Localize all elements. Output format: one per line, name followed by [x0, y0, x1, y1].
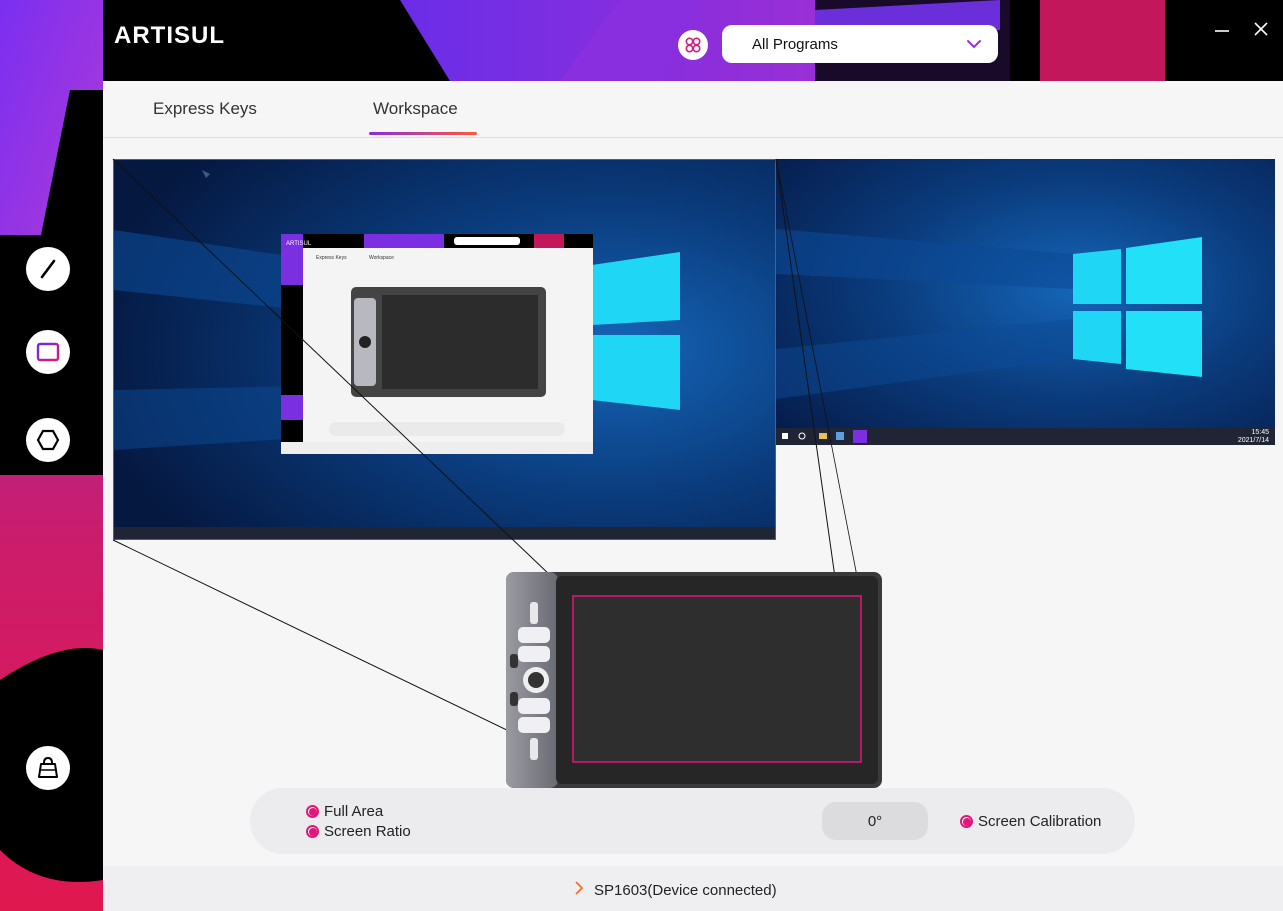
screen-ratio-label: Screen Ratio — [324, 823, 411, 840]
rotation-select[interactable]: 0° — [822, 802, 928, 840]
programs-icon — [685, 37, 701, 53]
tab-express-keys[interactable]: Express Keys — [153, 99, 257, 119]
taskbar-primary — [114, 527, 775, 539]
tablet-graphic[interactable] — [506, 572, 882, 788]
radio-selected-icon — [960, 815, 973, 828]
nav-shortcut-wheel[interactable] — [26, 418, 70, 462]
taskbar-clock: 15:45 2021/7/14 — [1237, 429, 1269, 444]
taskbar-icons — [782, 430, 867, 443]
device-status-text: SP1603(Device connected) — [594, 882, 777, 899]
program-icon-badge[interactable] — [678, 30, 708, 60]
nav-driver-store[interactable] — [26, 746, 70, 790]
display-icon — [36, 342, 60, 362]
hexagon-icon — [36, 429, 60, 451]
program-select[interactable]: All Programs — [722, 25, 998, 63]
close-icon[interactable] — [1250, 18, 1272, 40]
radio-selected-icon — [306, 805, 319, 818]
program-select-value: All Programs — [752, 35, 838, 53]
minimize-icon[interactable] — [1212, 18, 1232, 38]
mapping-controls: Full Area Screen Ratio 0° Screen Calibra… — [250, 788, 1135, 854]
monitor-secondary[interactable]: 15:45 2021/7/14 — [776, 159, 1275, 445]
screen-calibration-radio[interactable]: Screen Calibration — [960, 813, 1101, 830]
screen-ratio-radio[interactable]: Screen Ratio — [306, 823, 411, 840]
driver-window: ARTISUL All Programs Express Keys Worksp… — [0, 0, 1283, 911]
desktop-wallpaper: ARTISUL Express Keys Workspace — [114, 160, 775, 539]
full-area-label: Full Area — [324, 803, 384, 820]
device-status-bar: SP1603(Device connected) — [103, 866, 1283, 911]
svg-text:Workspace: Workspace — [369, 255, 394, 261]
monitor-primary[interactable]: ARTISUL Express Keys Workspace — [113, 159, 776, 540]
tabs-divider — [103, 137, 1283, 138]
chevron-right-icon[interactable] — [573, 880, 585, 896]
svg-text:Express Keys: Express Keys — [316, 255, 347, 261]
tab-workspace[interactable]: Workspace — [373, 99, 458, 119]
taskbar-secondary: 15:45 2021/7/14 — [776, 428, 1275, 445]
artisul-logo: ARTISUL — [114, 22, 225, 49]
bag-icon — [38, 756, 58, 778]
nav-pen-settings[interactable] — [26, 247, 70, 291]
screen-calibration-label: Screen Calibration — [978, 813, 1102, 830]
svg-text:ARTISUL: ARTISUL — [286, 241, 312, 247]
chevron-down-icon — [967, 40, 981, 49]
active-tab-indicator — [369, 132, 477, 135]
nav-display-settings[interactable] — [26, 330, 70, 374]
desktop-wallpaper-secondary — [776, 159, 1275, 445]
radio-selected-icon — [306, 825, 319, 838]
pen-icon — [40, 259, 56, 279]
full-area-radio[interactable]: Full Area — [306, 803, 383, 820]
